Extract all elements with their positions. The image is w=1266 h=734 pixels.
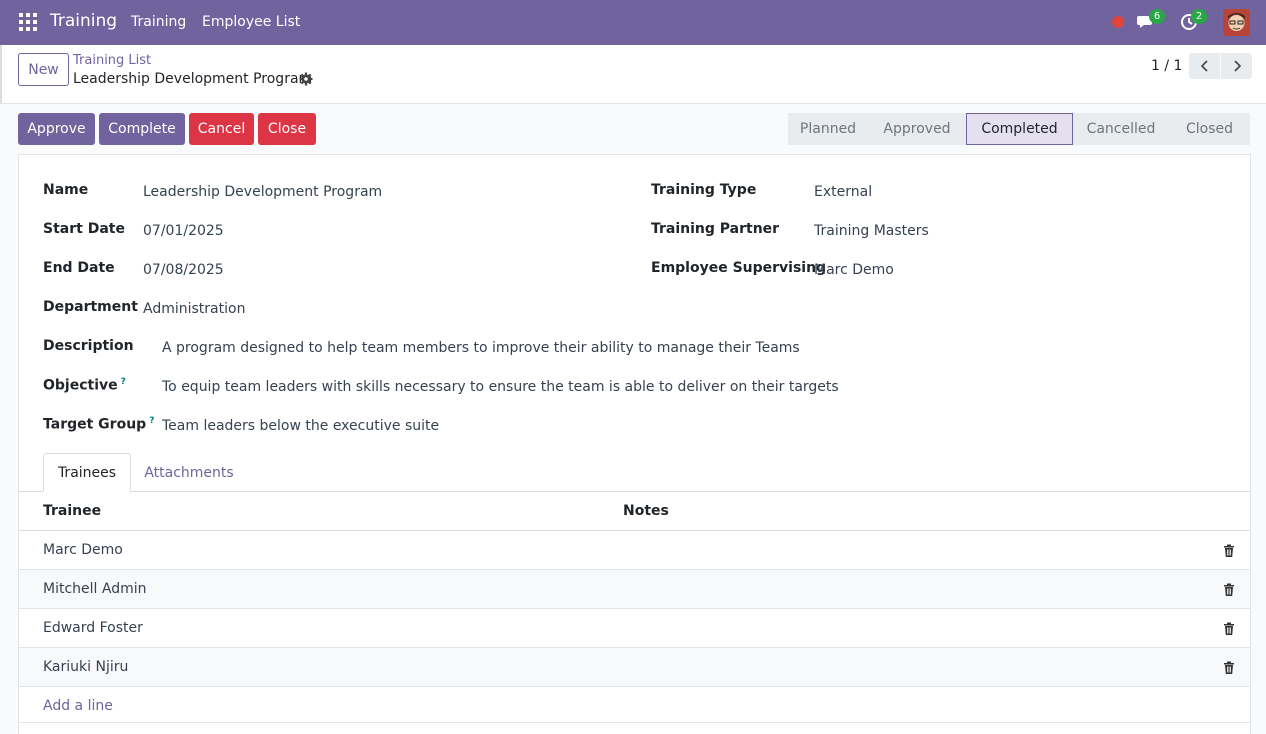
name-field[interactable]: Leadership Development Program bbox=[143, 184, 382, 200]
trainee-name[interactable]: Kariuki Njiru bbox=[43, 659, 128, 675]
trash-icon[interactable] bbox=[1222, 583, 1236, 597]
column-header-notes[interactable]: Notes bbox=[623, 503, 669, 519]
start-date-label: Start Date bbox=[43, 221, 125, 237]
employee-supervising-label: Employee Supervising bbox=[651, 260, 827, 276]
status-dot-icon[interactable] bbox=[1112, 16, 1124, 28]
tab-attachments[interactable]: Attachments bbox=[144, 453, 233, 492]
target-group-label: Target Group? bbox=[43, 416, 154, 433]
stage-planned[interactable]: Planned bbox=[788, 113, 868, 145]
training-type-field[interactable]: External bbox=[814, 184, 872, 200]
stage-completed[interactable]: Completed bbox=[966, 113, 1073, 145]
stage-approved[interactable]: Approved bbox=[868, 113, 966, 145]
stage-cancelled[interactable]: Cancelled bbox=[1073, 113, 1169, 145]
notebook-tabs: Trainees Attachments bbox=[19, 453, 1250, 492]
end-date-label: End Date bbox=[43, 260, 115, 276]
column-header-trainee[interactable]: Trainee bbox=[43, 503, 101, 519]
menu-training[interactable]: Training bbox=[131, 14, 186, 30]
help-tooltip-icon[interactable]: ? bbox=[149, 416, 154, 426]
target-group-field[interactable]: Team leaders below the executive suite bbox=[162, 418, 439, 434]
pager-previous-button[interactable] bbox=[1189, 53, 1220, 79]
app-title[interactable]: Training bbox=[50, 11, 117, 31]
description-field[interactable]: A program designed to help team members … bbox=[162, 340, 800, 356]
trainee-name[interactable]: Marc Demo bbox=[43, 542, 123, 558]
objective-label-text: Objective bbox=[43, 377, 118, 394]
objective-label: Objective? bbox=[43, 377, 126, 394]
add-line-link[interactable]: Add a line bbox=[43, 698, 113, 714]
trash-icon[interactable] bbox=[1222, 622, 1236, 636]
complete-button[interactable]: Complete bbox=[99, 113, 185, 145]
table-row[interactable]: Marc Demo bbox=[19, 531, 1250, 570]
status-bar: Planned Approved Completed Cancelled Clo… bbox=[788, 113, 1250, 145]
close-button[interactable]: Close bbox=[258, 113, 316, 145]
trainee-name[interactable]: Mitchell Admin bbox=[43, 581, 147, 597]
menu-employee-list[interactable]: Employee List bbox=[202, 14, 300, 30]
breadcrumb[interactable]: Training List bbox=[73, 53, 151, 68]
stage-closed[interactable]: Closed bbox=[1169, 113, 1250, 145]
chevron-right-icon bbox=[1233, 60, 1241, 72]
new-button[interactable]: New bbox=[18, 53, 69, 86]
user-avatar[interactable] bbox=[1223, 9, 1250, 36]
trash-icon[interactable] bbox=[1222, 544, 1236, 558]
chevron-left-icon bbox=[1200, 60, 1208, 72]
description-label: Description bbox=[43, 338, 134, 354]
pager-value[interactable]: 1 / 1 bbox=[1151, 58, 1182, 74]
training-partner-field[interactable]: Training Masters bbox=[814, 223, 929, 239]
control-panel: New Training List Leadership Development… bbox=[0, 45, 1266, 104]
department-label: Department bbox=[43, 299, 138, 315]
training-partner-label: Training Partner bbox=[651, 221, 780, 237]
apps-grid-icon[interactable] bbox=[19, 13, 37, 31]
record-title: Leadership Development Program bbox=[73, 71, 313, 87]
pager-next-button[interactable] bbox=[1221, 53, 1252, 79]
top-navbar: Training Training Employee List 6 2 bbox=[0, 0, 1266, 45]
start-date-field[interactable]: 07/01/2025 bbox=[143, 223, 224, 239]
trainee-name[interactable]: Edward Foster bbox=[43, 620, 143, 636]
table-bottom-divider bbox=[19, 722, 1250, 723]
approve-button[interactable]: Approve bbox=[18, 113, 95, 145]
messages-count-badge: 6 bbox=[1149, 9, 1165, 24]
training-type-label: Training Type bbox=[651, 182, 757, 198]
name-label: Name bbox=[43, 182, 89, 198]
cancel-button[interactable]: Cancel bbox=[189, 113, 254, 145]
objective-field[interactable]: To equip team leaders with skills necess… bbox=[162, 379, 839, 395]
gear-icon[interactable] bbox=[299, 72, 313, 86]
target-group-label-text: Target Group bbox=[43, 416, 147, 433]
activities-count-badge: 2 bbox=[1191, 9, 1207, 24]
employee-supervising-field[interactable]: Marc Demo bbox=[814, 262, 894, 278]
table-row[interactable]: Edward Foster bbox=[19, 609, 1250, 648]
department-field[interactable]: Administration bbox=[143, 301, 245, 317]
tab-trainees[interactable]: Trainees bbox=[43, 453, 131, 492]
table-row[interactable]: Mitchell Admin bbox=[19, 570, 1250, 609]
trash-icon[interactable] bbox=[1222, 661, 1236, 675]
help-tooltip-icon[interactable]: ? bbox=[121, 377, 126, 387]
table-row[interactable]: Kariuki Njiru bbox=[19, 648, 1250, 687]
form-sheet: Name Leadership Development Program Star… bbox=[18, 154, 1251, 734]
end-date-field[interactable]: 07/08/2025 bbox=[143, 262, 224, 278]
